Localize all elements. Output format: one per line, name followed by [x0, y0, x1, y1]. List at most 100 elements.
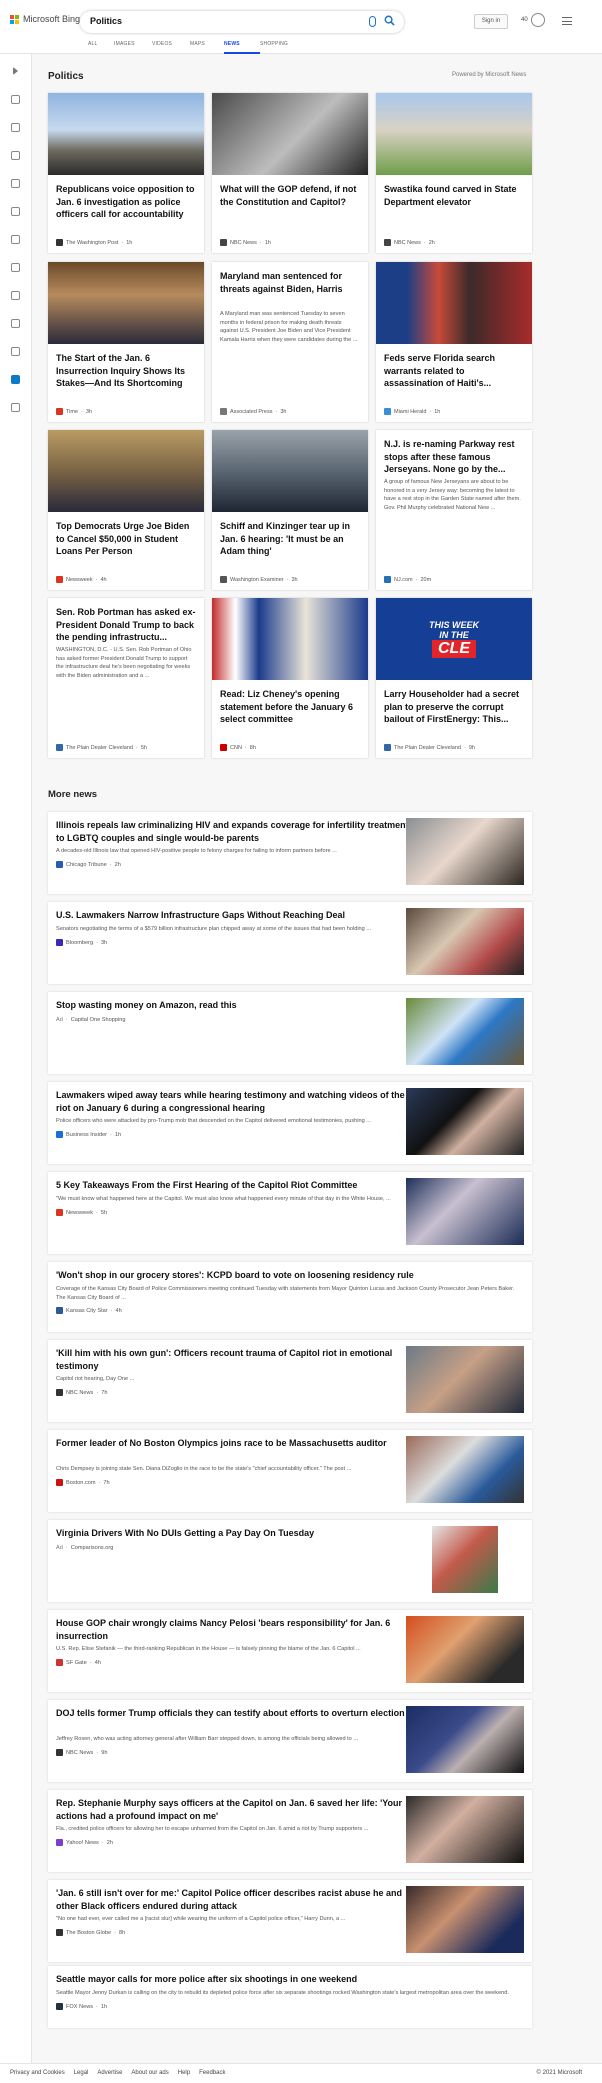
list-item-title[interactable]: Lawmakers wiped away tears while hearing… [56, 1089, 413, 1114]
signin-button[interactable]: Sign in [474, 14, 508, 29]
card-title[interactable]: Maryland man sentenced for threats again… [220, 270, 360, 295]
card-title[interactable]: N.J. is re-naming Parkway rest stops aft… [384, 438, 524, 476]
news-card[interactable]: THIS WEEK IN THE CLE Larry Householder had … [376, 598, 532, 758]
news-card[interactable]: Sen. Rob Portman has asked ex-President … [48, 598, 204, 758]
this-week-in-cle-logo[interactable]: THIS WEEK IN THE CLE [376, 598, 532, 680]
news-card[interactable]: The Start of the Jan. 6 Insurrection Inq… [48, 262, 204, 422]
list-item-title[interactable]: Virginia Drivers With No DUIs Getting a … [56, 1527, 413, 1540]
card-title[interactable]: Top Democrats Urge Joe Biden to Cancel $… [56, 520, 196, 558]
footer-link-advertise[interactable]: Advertise [97, 2070, 122, 2076]
list-item-thumbnail[interactable] [406, 1706, 524, 1773]
list-item-thumbnail[interactable] [432, 1526, 498, 1593]
news-list-item[interactable]: Illinois repeals law criminalizing HIV a… [48, 812, 532, 894]
card-title[interactable]: Feds serve Florida search warrants relat… [384, 352, 524, 390]
news-list-item[interactable]: U.S. Lawmakers Narrow Infrastructure Gap… [48, 902, 532, 984]
card-title[interactable]: Republicans voice opposition to Jan. 6 i… [56, 183, 196, 221]
cheney-photo[interactable] [212, 598, 368, 680]
tab-news[interactable]: NEWS [224, 41, 260, 54]
briefcase-icon[interactable] [11, 179, 20, 188]
trending-icon[interactable] [11, 123, 20, 132]
tab-images[interactable]: IMAGES [114, 41, 152, 54]
home-icon[interactable] [11, 95, 20, 104]
list-item-title[interactable]: Former leader of No Boston Olympics join… [56, 1437, 413, 1450]
list-item-title[interactable]: U.S. Lawmakers Narrow Infrastructure Gap… [56, 909, 413, 922]
lawmakers-photo[interactable] [212, 430, 368, 512]
speaker-photo[interactable] [212, 93, 368, 175]
hamburger-menu-icon[interactable] [562, 17, 572, 25]
footer-link-privacy-and-cookies[interactable]: Privacy and Cookies [10, 2070, 65, 2076]
news-card[interactable]: Feds serve Florida search warrants relat… [376, 262, 532, 422]
rewards-points[interactable]: 40 [521, 17, 528, 23]
hearing-photo[interactable] [48, 262, 204, 344]
news-list-item[interactable]: Former leader of No Boston Olympics join… [48, 1430, 532, 1512]
news-list-item[interactable]: DOJ tells former Trump officials they ca… [48, 1700, 532, 1782]
news-list-item[interactable]: Seattle mayor calls for more police afte… [48, 1966, 532, 2028]
globe-icon[interactable] [11, 235, 20, 244]
expand-sidebar-icon[interactable] [13, 67, 18, 75]
news-list-item[interactable]: 'Jan. 6 still isn't over for me:' Capito… [48, 1880, 532, 1962]
money-icon[interactable] [11, 403, 20, 412]
politics-icon[interactable] [11, 375, 20, 384]
list-item-title[interactable]: House GOP chair wrongly claims Nancy Pel… [56, 1617, 413, 1642]
news-card[interactable]: Maryland man sentenced for threats again… [212, 262, 368, 422]
news-card[interactable]: What will the GOP defend, if not the Con… [212, 93, 368, 253]
list-item-thumbnail[interactable] [406, 1616, 524, 1683]
news-list-item[interactable]: 'Kill him with his own gun': Officers re… [48, 1340, 532, 1422]
sports-icon[interactable] [11, 291, 20, 300]
rewards-icon[interactable] [531, 13, 545, 27]
list-item-title[interactable]: 'Kill him with his own gun': Officers re… [56, 1347, 413, 1372]
list-item-thumbnail[interactable] [406, 908, 524, 975]
news-card[interactable]: Schiff and Kinzinger tear up in Jan. 6 h… [212, 430, 368, 590]
film-icon[interactable] [11, 347, 20, 356]
senator-photo[interactable] [48, 430, 204, 512]
list-item-thumbnail[interactable] [406, 1178, 524, 1245]
card-title[interactable]: Schiff and Kinzinger tear up in Jan. 6 h… [220, 520, 360, 558]
search-icon[interactable] [384, 15, 395, 26]
list-item-title[interactable]: Stop wasting money on Amazon, read this [56, 999, 413, 1012]
list-item-thumbnail[interactable] [406, 1088, 524, 1155]
news-card[interactable]: N.J. is re-naming Parkway rest stops aft… [376, 430, 532, 590]
card-title[interactable]: Read: Liz Cheney's opening statement bef… [220, 688, 360, 726]
news-list-item[interactable]: Lawmakers wiped away tears while hearing… [48, 1082, 532, 1164]
news-card[interactable]: Top Democrats Urge Joe Biden to Cancel $… [48, 430, 204, 590]
list-item-title[interactable]: Illinois repeals law criminalizing HIV a… [56, 819, 413, 844]
news-list-item[interactable]: House GOP chair wrongly claims Nancy Pel… [48, 1610, 532, 1692]
news-list-item[interactable]: 5 Key Takeaways From the First Hearing o… [48, 1172, 532, 1254]
card-title[interactable]: What will the GOP defend, if not the Con… [220, 183, 360, 208]
flask-icon[interactable] [11, 263, 20, 272]
sponsored-list-item[interactable]: Virginia Drivers With No DUIs Getting a … [48, 1520, 532, 1602]
capitol-photo[interactable] [48, 93, 204, 175]
flag-icon[interactable] [11, 151, 20, 160]
search-input[interactable]: Politics [90, 16, 122, 26]
list-item-thumbnail[interactable] [406, 1436, 524, 1503]
list-item-thumbnail[interactable] [406, 1346, 524, 1413]
card-title[interactable]: Larry Householder had a secret plan to p… [384, 688, 524, 726]
footer-link-feedback[interactable]: Feedback [199, 2070, 225, 2076]
news-list-item[interactable]: 'Won't shop in our grocery stores': KCPD… [48, 1262, 532, 1332]
tab-maps[interactable]: MAPS [190, 41, 224, 54]
list-item-title[interactable]: DOJ tells former Trump officials they ca… [56, 1707, 413, 1720]
footer-link-legal[interactable]: Legal [74, 2070, 89, 2076]
search-box[interactable]: Politics [80, 11, 404, 33]
news-card[interactable]: Swastika found carved in State Departmen… [376, 93, 532, 253]
rocket-icon[interactable] [11, 319, 20, 328]
list-item-thumbnail[interactable] [406, 1796, 524, 1863]
news-card[interactable]: Read: Liz Cheney's opening statement bef… [212, 598, 368, 758]
portrait-photo[interactable] [376, 262, 532, 344]
tab-all[interactable]: ALL [88, 41, 114, 54]
location-icon[interactable] [11, 207, 20, 216]
microphone-icon[interactable] [369, 16, 376, 27]
list-item-title[interactable]: 5 Key Takeaways From the First Hearing o… [56, 1179, 413, 1192]
bing-logo[interactable]: Microsoft Bing [10, 14, 80, 24]
list-item-title[interactable]: Rep. Stephanie Murphy says officers at t… [56, 1797, 413, 1822]
tab-videos[interactable]: VIDEOS [152, 41, 190, 54]
news-list-item[interactable]: Rep. Stephanie Murphy says officers at t… [48, 1790, 532, 1872]
card-title[interactable]: Swastika found carved in State Departmen… [384, 183, 524, 208]
card-title[interactable]: The Start of the Jan. 6 Insurrection Inq… [56, 352, 196, 390]
card-title[interactable]: Sen. Rob Portman has asked ex-President … [56, 606, 196, 644]
list-item-title[interactable]: 'Jan. 6 still isn't over for me:' Capito… [56, 1887, 413, 1912]
footer-link-help[interactable]: Help [178, 2070, 190, 2076]
list-item-thumbnail[interactable] [406, 998, 524, 1065]
list-item-title[interactable]: 'Won't shop in our grocery stores': KCPD… [56, 1269, 522, 1282]
list-item-thumbnail[interactable] [406, 1886, 524, 1953]
